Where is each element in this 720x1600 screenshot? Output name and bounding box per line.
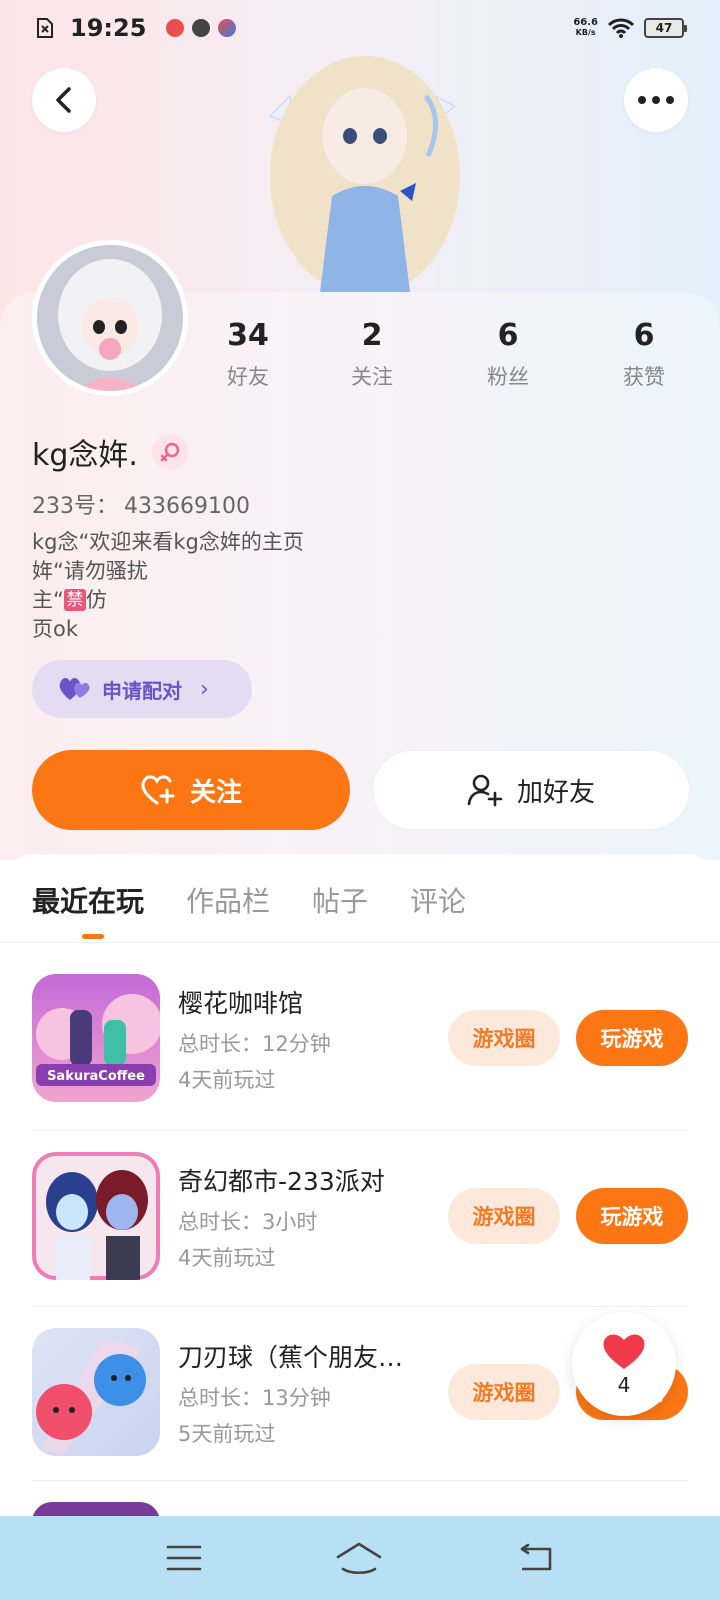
game-icon[interactable]: SakuraCoffee <box>32 974 160 1102</box>
add-friend-button[interactable]: 加好友 <box>372 750 690 830</box>
bio: kg念“欢迎来看kg念姩的主页 姩“请勿骚扰 主“ 禁仿 页ok <box>32 528 304 644</box>
sim-off-icon <box>37 18 53 38</box>
game-row[interactable]: SakuraCoffee 樱花咖啡馆 总时长：12分钟 4天前玩过 游戏圈 玩游… <box>32 974 688 1104</box>
game-row[interactable]: 奇幻都市-233派对 总时长：3小时 4天前玩过 游戏圈 玩游戏 <box>32 1152 688 1282</box>
game-duration: 总时长：13分钟 <box>178 1386 331 1410</box>
avatar-image <box>37 245 183 391</box>
game-title: 刀刃球（蕉个朋友… <box>178 1343 404 1372</box>
notification-app-icon <box>166 19 185 37</box>
tab-works[interactable]: 作品栏 <box>186 880 270 920</box>
game-duration: 总时长：3小时 <box>178 1210 318 1234</box>
game-last-played: 5天前玩过 <box>178 1422 276 1446</box>
wifi-icon <box>608 18 634 38</box>
chevron-right-icon: › <box>200 676 209 702</box>
bio-line: 姩“请勿骚扰 <box>32 559 148 583</box>
tab-recently-played[interactable]: 最近在玩 <box>32 880 144 920</box>
network-speed: 66.6 KB/s <box>573 17 598 38</box>
tab-comments[interactable]: 评论 <box>410 880 466 920</box>
home-icon[interactable] <box>335 1541 383 1575</box>
game-title: 樱花咖啡馆 <box>178 989 304 1018</box>
divider <box>0 942 720 943</box>
nickname: kg念姩. <box>32 438 138 473</box>
game-last-played: 4天前玩过 <box>178 1068 276 1092</box>
ban-badge: 禁 <box>63 589 86 611</box>
heart-plus-icon <box>141 775 175 805</box>
back-button[interactable] <box>32 68 96 132</box>
game-icon[interactable] <box>32 1152 160 1280</box>
game-icon[interactable] <box>32 1328 160 1456</box>
chevron-left-icon <box>56 87 71 113</box>
user-id-value: 433669100 <box>124 494 250 519</box>
like-float-button[interactable]: 4 <box>572 1312 676 1416</box>
avatar[interactable] <box>32 240 188 396</box>
content-panel: 最近在玩 作品栏 帖子 评论 SakuraCoffee 樱花咖啡馆 总时长：12… <box>0 854 720 1600</box>
game-title: 奇幻都市-233派对 <box>178 1167 385 1196</box>
status-time: 19:25 <box>70 14 147 42</box>
play-game-button[interactable]: 玩游戏 <box>576 1188 688 1244</box>
game-circle-button[interactable]: 游戏圈 <box>448 1010 560 1066</box>
game-circle-button[interactable]: 游戏圈 <box>448 1188 560 1244</box>
notification-app-icon <box>218 19 237 37</box>
add-user-icon <box>467 774 503 807</box>
stat-friends[interactable]: 34 好友 <box>198 318 298 391</box>
heart-icon <box>603 1334 645 1369</box>
battery-level: 47 <box>655 21 673 35</box>
follow-button[interactable]: 关注 <box>32 750 350 830</box>
double-heart-icon <box>59 678 90 700</box>
tab-bar: 最近在玩 作品栏 帖子 评论 <box>32 880 466 920</box>
menu-icon[interactable] <box>166 1544 202 1572</box>
notification-app-icon <box>192 19 211 37</box>
apply-pair-button[interactable]: 申请配对 › <box>32 660 252 718</box>
stat-likes[interactable]: 6 获赞 <box>594 318 694 391</box>
game-icon-label: SakuraCoffee <box>47 1069 145 1084</box>
bio-line: kg念“欢迎来看kg念姩的主页 <box>32 530 304 554</box>
play-game-button[interactable]: 玩游戏 <box>576 1010 688 1066</box>
user-id: 233号： 433669100 <box>32 494 250 519</box>
game-duration: 总时长：12分钟 <box>178 1032 331 1056</box>
tab-indicator <box>82 934 104 939</box>
more-dots-icon <box>638 96 674 104</box>
divider <box>32 1306 688 1307</box>
more-options-button[interactable] <box>624 68 688 132</box>
profile-banner-character <box>269 56 460 292</box>
back-nav-icon[interactable] <box>516 1543 554 1573</box>
bio-line: 主“ 禁仿 <box>32 588 107 612</box>
status-bar: 19:25 66.6 KB/s 47 <box>0 0 720 56</box>
name-row: kg念姩. <box>32 430 188 474</box>
stat-following[interactable]: 2 关注 <box>322 318 422 391</box>
like-count: 4 <box>617 1373 631 1397</box>
game-last-played: 4天前玩过 <box>178 1246 276 1270</box>
battery-icon: 47 <box>644 18 687 38</box>
system-nav-bar <box>0 1516 720 1600</box>
bio-line: 页ok <box>32 617 79 641</box>
female-gender-icon <box>151 434 188 470</box>
game-circle-button[interactable]: 游戏圈 <box>448 1364 560 1420</box>
divider <box>32 1130 688 1131</box>
divider <box>32 1480 688 1481</box>
stat-followers[interactable]: 6 粉丝 <box>458 318 558 391</box>
tab-posts[interactable]: 帖子 <box>312 880 368 920</box>
